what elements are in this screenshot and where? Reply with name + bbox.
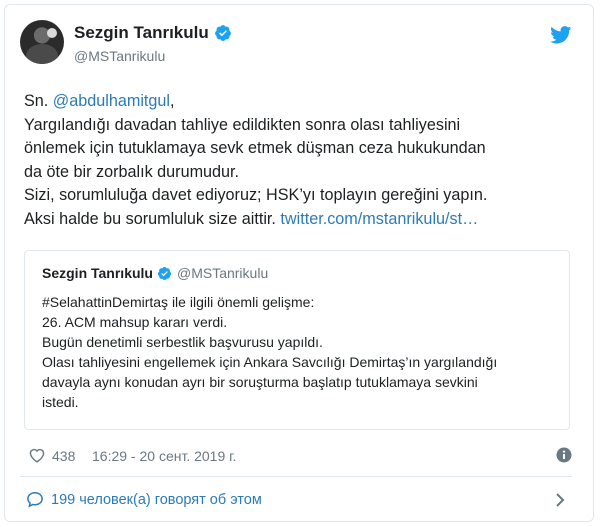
twitter-bird-icon[interactable] <box>550 26 572 44</box>
tweet-line: önlemek için tutuklamaya sevk etmek düşm… <box>24 139 486 157</box>
tweet-line: Yargılandığı davadan tahliye edildikten … <box>24 115 461 134</box>
tweet-line: Aksi halde bu sorumluluk size aittir. tw… <box>24 208 572 232</box>
tweet-meta: 438 16:29 - 20 сент. 2019 г. <box>28 446 574 466</box>
quoted-author-name: Sezgin Tanrıkulu <box>42 265 153 281</box>
tweet-line-text: , <box>170 92 175 110</box>
author-display-name[interactable]: Sezgin Tanrıkulu <box>74 23 209 43</box>
tweet-text: Sn. @abdulhamitgul, Yargılandığı davadan… <box>24 90 572 231</box>
tweet-line: da öte bir zorbalık durumudur. <box>24 162 240 181</box>
conversation-link[interactable]: 199 человек(а) говорят об этом <box>26 490 572 510</box>
verified-badge-icon <box>157 266 172 280</box>
verified-badge-icon <box>214 25 231 41</box>
tweet-timestamp[interactable]: 16:29 - 20 сент. 2019 г. <box>92 448 236 464</box>
author-avatar[interactable] <box>20 20 64 64</box>
quoted-tweet-text: #SelahattinDemirtaş ile ilgili önemli ge… <box>42 292 562 412</box>
quoted-line: #SelahattinDemirtaş ile ilgili önemli ge… <box>42 294 315 310</box>
speech-bubble-icon <box>27 491 43 508</box>
author-name-row[interactable]: Sezgin Tanrıkulu <box>74 23 232 43</box>
author-handle[interactable]: @MSTanrikulu <box>74 48 165 64</box>
footer-divider <box>20 476 572 477</box>
like-count[interactable]: 438 <box>52 448 75 464</box>
mention-link[interactable]: @abdulhamitgul <box>53 92 170 110</box>
quoted-tweet-header: Sezgin Tanrıkulu @MSTanrikulu <box>42 265 268 281</box>
quoted-line: istedi. <box>42 394 79 410</box>
tweet-line-text: Aksi halde bu sorumluluk size aittir. <box>24 209 281 228</box>
quoted-tweet[interactable]: Sezgin Tanrıkulu @MSTanrikulu #Selahatti… <box>24 250 570 430</box>
quoted-line: Bugün denetimli serbestlik başvurusu yap… <box>42 334 323 350</box>
quoted-line: Olası tahliyesini engellemek için Ankara… <box>42 354 498 370</box>
chevron-right-icon[interactable] <box>554 492 566 508</box>
tweet-line: Sizi, sorumluluğa davet ediyoruz; HSK’yı… <box>24 186 488 204</box>
quoted-line: 26. ACM mahsup kararı verdi. <box>42 314 228 330</box>
quoted-line: davayla aynı konudan ayrı bir soruşturma… <box>42 374 478 390</box>
tweet-url-link[interactable]: twitter.com/mstanrikulu/st… <box>280 210 478 228</box>
tweet-line-text: Sn. <box>24 92 53 110</box>
tweet-header: Sezgin Tanrıkulu @MSTanrikulu <box>20 20 572 76</box>
conversation-label[interactable]: 199 человек(а) говорят об этом <box>51 492 262 508</box>
heart-icon[interactable] <box>28 447 46 463</box>
info-icon[interactable] <box>556 447 572 463</box>
quoted-author-handle: @MSTanrikulu <box>176 265 269 281</box>
tweet-line: Sn. @abdulhamitgul, <box>24 90 572 114</box>
